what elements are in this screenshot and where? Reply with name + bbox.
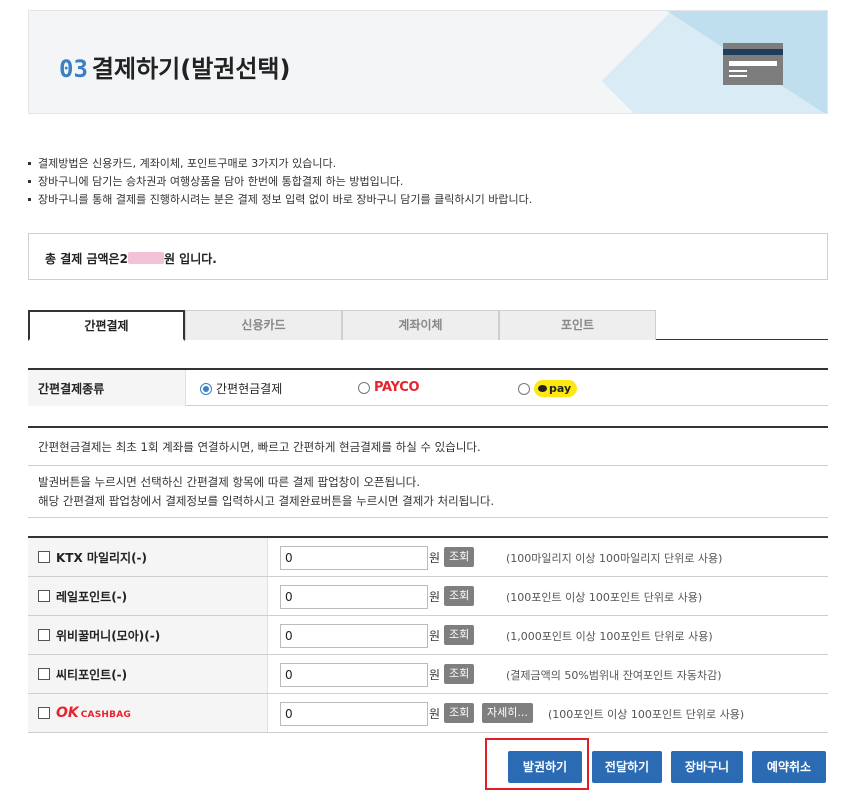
total-suffix: 원 입니다. [163, 252, 217, 266]
credit-card-icon [723, 43, 783, 85]
page-header-banner: 03 결제하기(발권선택) [28, 10, 828, 114]
radio-button[interactable] [358, 381, 370, 394]
points-label: 씨티포인트(-) [28, 655, 268, 693]
radio-button[interactable] [518, 382, 530, 395]
points-amount-input[interactable] [280, 546, 428, 570]
tab-credit-card[interactable]: 신용카드 [185, 310, 342, 340]
radio-option-cash[interactable]: 간편현금결제 [200, 380, 282, 397]
issue-ticket-button[interactable]: 발권하기 [508, 751, 582, 783]
checkbox[interactable] [38, 590, 50, 602]
checkbox[interactable] [38, 707, 50, 719]
tab-bank-transfer[interactable]: 계좌이체 [342, 310, 499, 340]
step-number: 03 [59, 55, 88, 83]
points-amount-input[interactable] [280, 585, 428, 609]
notice-item: 장바구니를 통해 결제를 진행하시려는 분은 결제 정보 입력 없이 바로 장바… [28, 191, 828, 209]
info-line: 해당 간편결제 팝업창에서 결제정보를 입력하시고 결제완료버튼을 누르시면 결… [38, 494, 495, 508]
points-description: (1,000포인트 이상 100포인트 단위로 사용) [506, 630, 713, 643]
info-line: 간편현금결제는 최초 1회 계좌를 연결하시면, 빠르고 간편하게 현금결제를 … [28, 428, 828, 466]
total-prefix: 총 결제 금액은 [45, 252, 120, 266]
points-label: 레일포인트(-) [28, 577, 268, 615]
points-amount-input[interactable] [280, 702, 428, 726]
radio-label: 간편현금결제 [216, 382, 283, 396]
easy-pay-info: 간편현금결제는 최초 1회 계좌를 연결하시면, 빠르고 간편하게 현금결제를 … [28, 426, 828, 518]
query-button[interactable]: 조회 [444, 625, 475, 645]
query-button[interactable]: 조회 [444, 547, 475, 567]
points-description: (100마일리지 이상 100마일리지 단위로 사용) [506, 552, 723, 565]
unit-label: 원 [429, 707, 441, 721]
info-block: 발권버튼을 누르시면 선택하신 간편결제 항목에 따른 결제 팝업창이 오픈됩니… [28, 466, 828, 518]
notice-item: 결제방법은 신용카드, 계좌이체, 포인트구매로 3가지가 있습니다. [28, 155, 828, 173]
notice-list: 결제방법은 신용카드, 계좌이체, 포인트구매로 3가지가 있습니다. 장바구니… [28, 155, 828, 209]
points-table: KTX 마일리지(-) 원 조회 (100마일리지 이상 100마일리지 단위로… [28, 536, 828, 733]
speech-bubble-icon [538, 385, 547, 392]
points-amount-input[interactable] [280, 663, 428, 687]
tab-points[interactable]: 포인트 [499, 310, 656, 340]
detail-button[interactable]: 자세히... [482, 703, 533, 723]
unit-label: 원 [429, 629, 441, 643]
query-button[interactable]: 조회 [444, 664, 475, 684]
cart-button[interactable]: 장바구니 [671, 751, 743, 783]
points-row-wibee: 위비꿀머니(모아)(-) 원 조회 (1,000포인트 이상 100포인트 단위… [28, 616, 828, 655]
points-row-citi: 씨티포인트(-) 원 조회 (결제금액의 50%범위내 잔여포인트 자동차감) [28, 655, 828, 694]
total-amount-box: 총 결제 금액은2 원 입니다. [28, 233, 828, 280]
query-button[interactable]: 조회 [444, 586, 475, 606]
points-label: 위비꿀머니(모아)(-) [28, 616, 268, 654]
points-row-ktx: KTX 마일리지(-) 원 조회 (100마일리지 이상 100마일리지 단위로… [28, 538, 828, 577]
unit-label: 원 [429, 590, 441, 604]
payco-logo: PAYCO [374, 380, 420, 395]
points-description: (100포인트 이상 100포인트 단위로 사용) [506, 591, 703, 604]
notice-item: 장바구니에 담기는 승차권과 여행상품을 담아 한번에 통합결제 하는 방법입니… [28, 173, 828, 191]
points-row-rail: 레일포인트(-) 원 조회 (100포인트 이상 100포인트 단위로 사용) [28, 577, 828, 616]
okcashbag-logo: OK CASHBAG [56, 705, 131, 721]
easy-pay-type-row: 간편결제종류 간편현금결제 PAYCO pay [28, 368, 828, 406]
info-line: 발권버튼을 누르시면 선택하신 간편결제 항목에 따른 결제 팝업창이 오픈됩니… [38, 475, 421, 489]
kakaopay-logo: pay [534, 380, 578, 397]
points-description: (100포인트 이상 100포인트 단위로 사용) [548, 708, 745, 721]
masked-amount [127, 252, 164, 264]
points-label: KTX 마일리지(-) [28, 538, 268, 576]
checkbox[interactable] [38, 629, 50, 641]
unit-label: 원 [429, 551, 441, 565]
points-amount-input[interactable] [280, 624, 428, 648]
points-description: (결제금액의 50%범위내 잔여포인트 자동차감) [506, 669, 722, 682]
checkbox[interactable] [38, 668, 50, 680]
cancel-reservation-button[interactable]: 예약취소 [752, 751, 826, 783]
unit-label: 원 [429, 668, 441, 682]
total-amount: 2 [119, 252, 128, 266]
payment-tabs: 간편결제 신용카드 계좌이체 포인트 [28, 310, 828, 341]
page-title-text: 결제하기(발권선택) [91, 55, 291, 83]
page-title: 03 결제하기(발권선택) [59, 49, 290, 84]
query-button[interactable]: 조회 [444, 703, 475, 723]
radio-button[interactable] [200, 382, 212, 395]
checkbox[interactable] [38, 551, 50, 563]
transfer-button[interactable]: 전달하기 [592, 751, 662, 783]
points-label: OK CASHBAG [28, 694, 268, 732]
tab-easy-pay[interactable]: 간편결제 [28, 310, 185, 341]
radio-option-payco[interactable]: PAYCO [358, 380, 420, 395]
easy-pay-type-label: 간편결제종류 [28, 370, 186, 406]
points-row-okcashbag: OKCASHBAG 원 조회 자세히... (100포인트 이상 100포인트 … [28, 694, 828, 733]
radio-option-kakaopay[interactable]: pay [518, 380, 578, 397]
